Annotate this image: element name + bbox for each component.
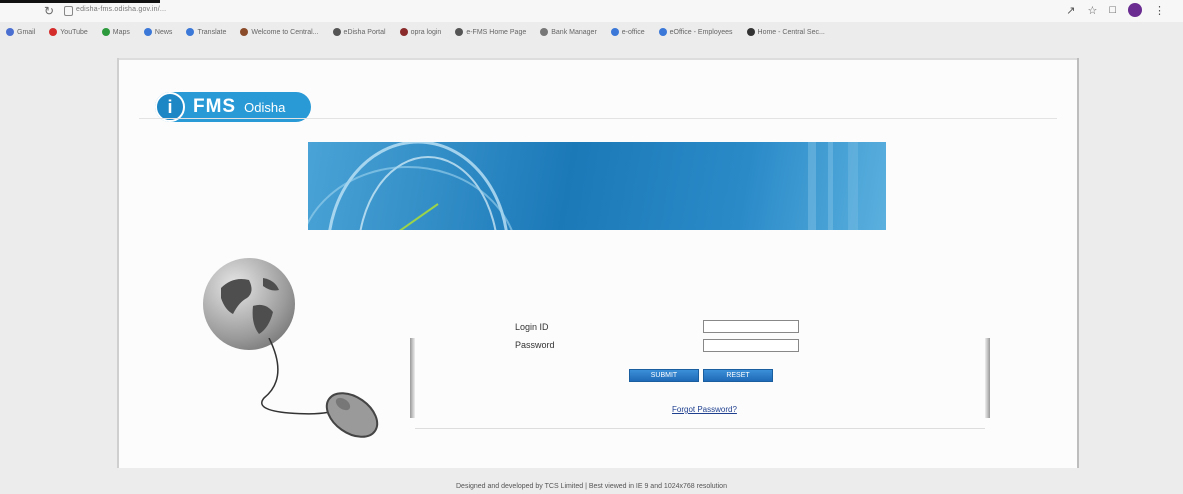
bookmark-label: Welcome to Central... [251, 28, 319, 36]
tab-strip [0, 0, 160, 3]
bookmark-label: Maps [112, 28, 130, 36]
bookmark-item[interactable]: Gmail [6, 28, 35, 36]
menu-icon[interactable]: ⋮ [1154, 4, 1165, 17]
bookmark-icon [658, 28, 667, 36]
bookmark-icon [240, 28, 249, 36]
login-form: Login ID Password SUBMIT RESET Forgot Pa… [415, 312, 985, 428]
login-id-label: Login ID [515, 322, 549, 332]
share-icon[interactable]: ↗ [1066, 4, 1075, 17]
bookmark-item[interactable]: Welcome to Central... [240, 28, 319, 36]
footer-text: Designed and developed by TCS Limited | … [456, 483, 727, 490]
bookmark-icon [399, 28, 408, 36]
logo-subtitle: Odisha [244, 99, 286, 115]
address-bar[interactable]: edisha-fms.odisha.gov.in/... [76, 6, 166, 13]
reload-icon[interactable]: ↻ [44, 4, 54, 18]
bookmark-item[interactable]: News [143, 28, 173, 36]
lock-icon [64, 6, 73, 16]
globe-icon [203, 258, 295, 350]
bookmark-item[interactable]: Home - Central Sec... [746, 28, 825, 36]
bookmark-item[interactable]: Bank Manager [540, 28, 597, 36]
reset-button[interactable]: RESET [703, 369, 773, 382]
top-divider [119, 58, 1077, 60]
bookmark-icon [746, 28, 755, 36]
password-input[interactable] [703, 339, 799, 352]
bookmark-label: eOffice - Employees [669, 28, 733, 36]
bookmarks-bar: Gmail YouTube Maps News Translate Welcome to … [0, 24, 1183, 40]
bookmark-icon [143, 28, 152, 36]
toolbar-icons: ↗ ☆ □ ⋮ [1066, 3, 1165, 17]
bookmark-item[interactable]: eDisha Portal [332, 28, 386, 36]
form-bottom-divider [415, 428, 985, 429]
globe-continents [221, 278, 279, 334]
bookmark-item[interactable]: e-office [610, 28, 645, 36]
login-id-input[interactable] [703, 320, 799, 333]
bookmark-label: opra login [410, 28, 442, 36]
bookmark-icon [6, 28, 14, 36]
bookmark-label: Home - Central Sec... [757, 28, 825, 36]
bookmark-label: Bank Manager [551, 28, 597, 36]
forgot-password-link[interactable]: Forgot Password? [672, 405, 737, 414]
bookmark-label: News [154, 28, 173, 36]
bookmark-label: YouTube [60, 28, 88, 36]
bookmark-icon [455, 28, 464, 36]
bookmark-item[interactable]: Maps [101, 28, 130, 36]
banner-image [308, 142, 886, 230]
bookmark-icon [101, 28, 110, 36]
bookmark-icon [332, 28, 341, 36]
bookmark-item[interactable]: e-FMS Home Page [455, 28, 526, 36]
bookmark-item[interactable]: YouTube [49, 28, 88, 36]
header-divider [139, 118, 1057, 119]
form-shadow-right [985, 338, 990, 418]
window-icon[interactable]: □ [1109, 4, 1116, 16]
bookmark-icon [610, 28, 619, 36]
bookmark-label: eDisha Portal [343, 28, 386, 36]
bookmark-item[interactable]: eOffice - Employees [658, 28, 733, 36]
login-page: i FMS Odisha Login ID Password SUBMIT RE… [117, 58, 1079, 468]
bookmark-item[interactable]: opra login [399, 28, 442, 36]
logo-title: FMS [193, 96, 237, 117]
bookmark-label: Translate [197, 28, 227, 36]
password-label: Password [515, 340, 555, 350]
browser-toolbar: ↻ edisha-fms.odisha.gov.in/... ↗ ☆ □ ⋮ [0, 0, 1183, 22]
bookmark-label: e-FMS Home Page [466, 28, 527, 36]
star-icon[interactable]: ☆ [1087, 4, 1097, 17]
banner-arcs [308, 142, 858, 230]
submit-button[interactable]: SUBMIT [629, 369, 699, 382]
bookmark-label: Gmail [17, 28, 36, 36]
bookmark-item[interactable]: Translate [186, 28, 226, 36]
bookmark-label: e-office [621, 28, 645, 36]
profile-avatar[interactable] [1128, 3, 1142, 17]
mouse-icon [325, 392, 379, 438]
bookmark-icon [49, 28, 58, 36]
bookmark-icon [540, 28, 549, 36]
bookmark-icon [186, 28, 195, 36]
